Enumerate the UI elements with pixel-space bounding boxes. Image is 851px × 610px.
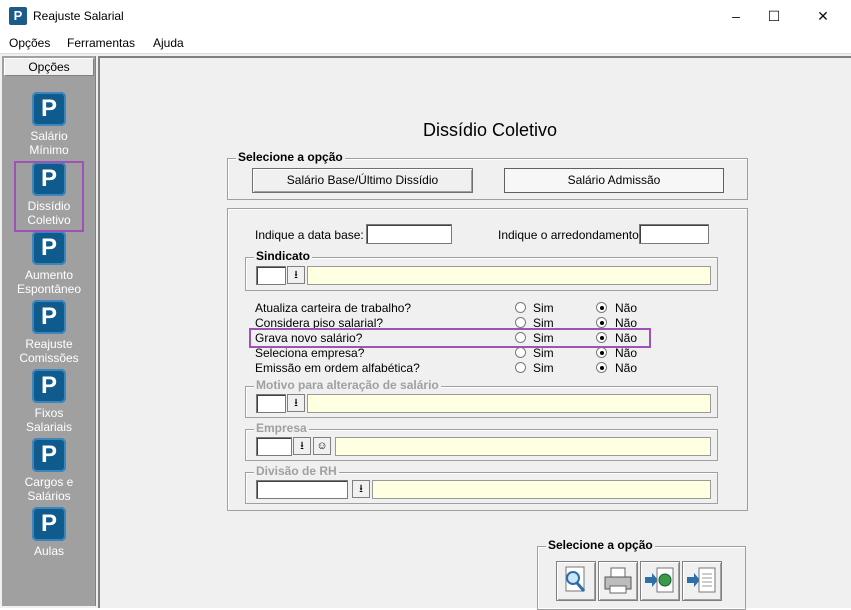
radio-nao-label: Não	[615, 346, 638, 360]
data-base-input[interactable]	[366, 224, 452, 244]
sidebar-item-cargos-salarios[interactable]: Cargos e Salários	[4, 438, 94, 503]
salario-base-button[interactable]: Salário Base/Último Dissídio	[252, 168, 473, 193]
person-search-icon[interactable]: ☺	[313, 437, 331, 455]
bottom-group-title: Selecione a opção	[546, 538, 655, 552]
payroll-p-icon	[32, 92, 66, 126]
sidebar-item-label: Aulas	[33, 544, 65, 558]
title-bar: P Reajuste Salarial – ☐ ✕	[0, 0, 851, 32]
divisao-code-input[interactable]	[256, 480, 348, 499]
parameters-frame: Indique a data base: Indique o arredonda…	[227, 208, 748, 511]
question-label: Seleciona empresa?	[255, 346, 365, 360]
motivo-group: Motivo para alteração de salário ⭳	[245, 378, 718, 418]
radio-sim[interactable]	[515, 317, 526, 328]
radio-nao[interactable]	[596, 347, 607, 358]
sidebar-item-reajuste-comissoes[interactable]: Reajuste Comissões	[4, 300, 94, 365]
menu-ferramentas[interactable]: Ferramentas	[67, 36, 135, 50]
divisao-name-field[interactable]	[372, 480, 711, 499]
radio-sim[interactable]	[515, 347, 526, 358]
download-arrow-icon[interactable]: ⭳	[287, 266, 305, 284]
sindicato-code-input[interactable]	[256, 266, 286, 285]
menu-ajuda[interactable]: Ajuda	[153, 36, 184, 50]
question-label: Atualiza carteira de trabalho?	[255, 301, 412, 315]
question-highlight	[249, 328, 651, 348]
data-base-label: Indique a data base:	[255, 228, 364, 242]
radio-nao[interactable]	[596, 317, 607, 328]
empresa-group: Empresa ⭳ ☺	[245, 421, 718, 461]
client-area: Opções Salário Mínimo Dissídio Coletivo …	[0, 54, 851, 610]
menu-bar: Opções Ferramentas Ajuda	[0, 32, 851, 54]
salario-admissao-button[interactable]: Salário Admissão	[504, 168, 724, 193]
sidebar-item-label: Reajuste Comissões	[19, 337, 79, 365]
radio-sim-label: Sim	[533, 361, 554, 375]
sidebar-header: Opções	[4, 58, 94, 76]
payroll-p-icon	[32, 507, 66, 541]
arredondamento-input[interactable]	[639, 224, 709, 244]
export-globe-icon[interactable]	[640, 561, 680, 601]
option-group: Selecione a opção Salário Base/Último Di…	[227, 150, 748, 200]
sidebar-item-label: Fixos Salariais	[25, 406, 73, 434]
export-document-icon[interactable]	[682, 561, 722, 601]
main-panel: Dissídio Coletivo Selecione a opção Salá…	[98, 56, 851, 610]
sindicato-group: Sindicato ⭳	[245, 249, 718, 291]
menu-opcoes[interactable]: Opções	[9, 36, 50, 50]
sindicato-name-field[interactable]	[307, 266, 711, 285]
sidebar-item-salario-minimo[interactable]: Salário Mínimo	[4, 92, 94, 157]
sidebar-item-label: Cargos e Salários	[24, 475, 74, 503]
download-arrow-icon[interactable]: ⭳	[287, 394, 305, 412]
radio-nao[interactable]	[596, 302, 607, 313]
window-title: Reajuste Salarial	[33, 9, 124, 23]
sidebar: Opções Salário Mínimo Dissídio Coletivo …	[2, 56, 96, 606]
radio-nao-label: Não	[615, 301, 638, 315]
preview-magnifier-icon[interactable]	[556, 561, 596, 601]
option-group-title: Selecione a opção	[236, 150, 345, 164]
sidebar-item-label: Salário Mínimo	[29, 129, 69, 157]
radio-sim-label: Sim	[533, 301, 554, 315]
sidebar-item-aulas[interactable]: Aulas	[4, 507, 94, 558]
divisao-group: Divisão de RH ⭳	[245, 464, 718, 504]
payroll-p-icon	[32, 369, 66, 403]
empresa-name-field[interactable]	[335, 437, 711, 456]
empresa-code-input[interactable]	[256, 437, 292, 456]
download-arrow-icon[interactable]: ⭳	[293, 437, 311, 455]
payroll-p-icon	[32, 300, 66, 334]
download-arrow-icon[interactable]: ⭳	[352, 480, 370, 498]
payroll-p-icon	[32, 438, 66, 472]
printer-icon[interactable]	[598, 561, 638, 601]
selection-highlight	[14, 161, 84, 232]
maximize-button[interactable]: ☐	[751, 0, 797, 32]
bottom-option-group: Selecione a opção	[537, 538, 746, 610]
radio-sim[interactable]	[515, 362, 526, 373]
close-button[interactable]: ✕	[800, 0, 846, 32]
question-label: Emissão em ordem alfabética?	[255, 361, 420, 375]
empresa-title: Empresa	[254, 421, 309, 435]
sidebar-item-aumento-espontaneo[interactable]: Aumento Espontâneo	[4, 231, 94, 296]
radio-sim[interactable]	[515, 302, 526, 313]
arredondamento-label: Indique o arredondamento:	[498, 228, 643, 242]
sindicato-title: Sindicato	[254, 249, 313, 263]
divisao-title: Divisão de RH	[254, 464, 339, 478]
sidebar-item-label: Aumento Espontâneo	[16, 268, 82, 296]
motivo-code-input[interactable]	[256, 394, 286, 413]
motivo-name-field[interactable]	[307, 394, 711, 413]
radio-sim-label: Sim	[533, 346, 554, 360]
radio-nao-label: Não	[615, 361, 638, 375]
app-icon: P	[9, 7, 27, 25]
radio-nao[interactable]	[596, 362, 607, 373]
sidebar-item-fixos-salariais[interactable]: Fixos Salariais	[4, 369, 94, 434]
payroll-p-icon	[32, 231, 66, 265]
page-title: Dissídio Coletivo	[422, 120, 558, 140]
motivo-title: Motivo para alteração de salário	[254, 378, 441, 392]
